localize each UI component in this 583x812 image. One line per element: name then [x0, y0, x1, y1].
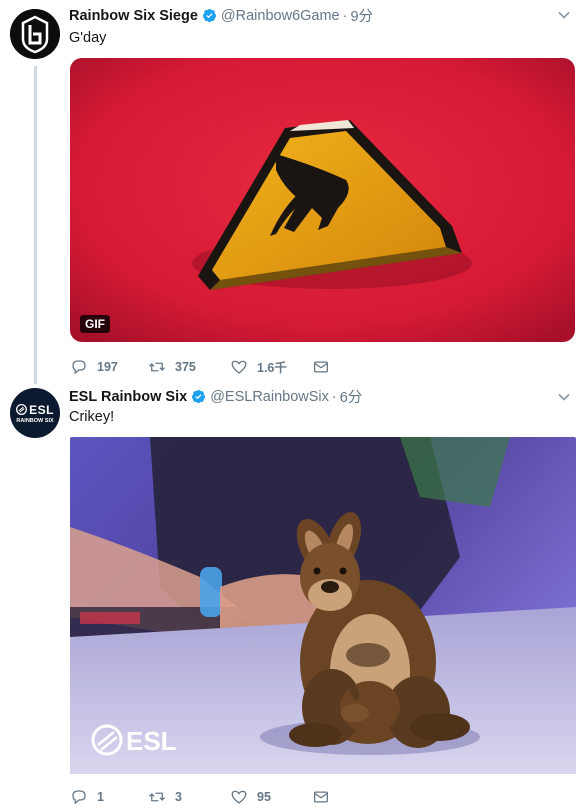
- separator-dot: ·: [342, 7, 348, 24]
- tweet-actions: 1 3 95: [70, 788, 330, 806]
- avatar[interactable]: [10, 9, 60, 59]
- reply-icon: [72, 790, 86, 805]
- kangaroo-plush-photo: ESL: [70, 437, 576, 774]
- tweet-rainbow-six-siege[interactable]: Rainbow Six Siege @Rainbow6Game · 9分 G'd…: [0, 0, 583, 380]
- tweet-gif[interactable]: GIF: [70, 58, 575, 342]
- gif-badge: GIF: [80, 315, 110, 333]
- kangaroo-sign-image: [70, 58, 575, 342]
- tweet-header: Rainbow Six Siege @Rainbow6Game · 9分: [69, 5, 373, 26]
- retweet-count: 375: [175, 359, 196, 374]
- retweet-button[interactable]: 3: [148, 788, 230, 806]
- direct-message-button[interactable]: [312, 358, 330, 376]
- retweet-icon: [149, 362, 165, 371]
- retweet-icon: [149, 792, 165, 802]
- tweet-header: ESL Rainbow Six @ESLRainbowSix · 6分: [69, 386, 362, 407]
- tweet-photo[interactable]: ESL: [70, 437, 576, 774]
- like-button[interactable]: 1.6千: [230, 357, 312, 376]
- heart-icon: [231, 360, 247, 374]
- avatar[interactable]: ESL RAINBOW SIX: [10, 388, 60, 438]
- retweet-count: 3: [175, 790, 182, 804]
- handle[interactable]: @Rainbow6Game: [221, 8, 340, 24]
- timestamp[interactable]: 6分: [340, 386, 363, 407]
- reply-count: 1: [97, 790, 104, 804]
- esl-logo-icon: [16, 404, 28, 415]
- reply-button[interactable]: 1: [70, 788, 148, 806]
- envelope-icon: [313, 360, 329, 373]
- verified-badge-icon: [192, 389, 206, 404]
- tweet-text: Crikey!: [69, 409, 115, 425]
- avatar-text-bottom: RAINBOW SIX: [16, 417, 54, 424]
- chevron-down-icon[interactable]: [557, 390, 571, 404]
- retweet-button[interactable]: 375: [148, 358, 230, 376]
- separator-dot: ·: [331, 388, 337, 405]
- display-name[interactable]: Rainbow Six Siege: [69, 8, 198, 24]
- heart-icon: [231, 790, 247, 804]
- tweet-text: G'day: [69, 30, 107, 46]
- like-count: 1.6千: [257, 361, 287, 375]
- display-name[interactable]: ESL Rainbow Six: [69, 389, 187, 405]
- handle[interactable]: @ESLRainbowSix: [210, 389, 329, 405]
- direct-message-button[interactable]: [312, 788, 330, 806]
- like-count: 95: [257, 790, 271, 804]
- avatar-text-top: ESL: [29, 402, 54, 417]
- esl-watermark-text: ESL: [126, 726, 177, 756]
- chevron-down-icon[interactable]: [557, 8, 571, 22]
- like-button[interactable]: 95: [230, 788, 312, 806]
- rainbow-six-logo-icon: [10, 9, 60, 59]
- reply-button[interactable]: 197: [70, 358, 148, 376]
- tweet-actions: 197 375 1.6千: [70, 357, 330, 376]
- reply-icon: [72, 359, 86, 374]
- tweet-esl-rainbow-six[interactable]: ESL RAINBOW SIX ESL Rainbow Six @ESLRain…: [0, 380, 583, 812]
- timestamp[interactable]: 9分: [350, 5, 373, 26]
- envelope-icon: [313, 791, 329, 803]
- verified-badge-icon: [202, 8, 216, 23]
- reply-count: 197: [97, 359, 118, 374]
